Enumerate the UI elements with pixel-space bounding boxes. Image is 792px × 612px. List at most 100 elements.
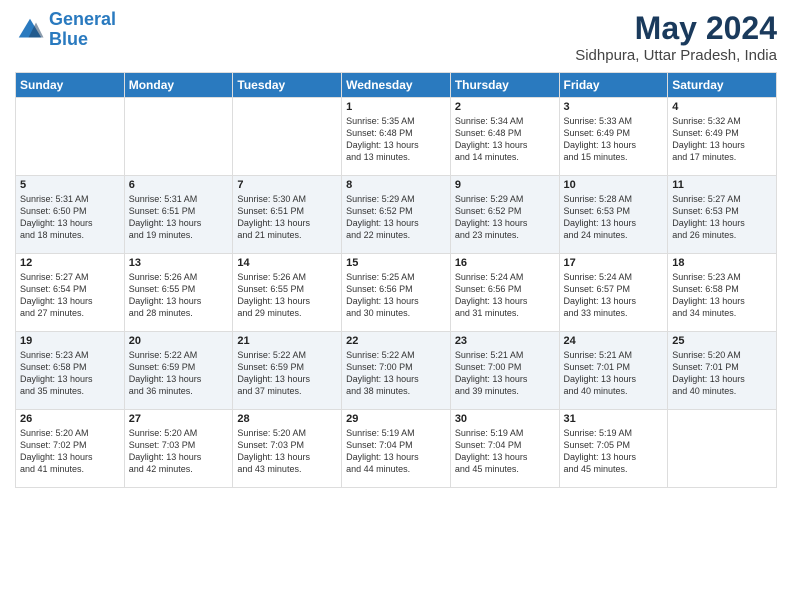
logo-icon: [15, 15, 45, 45]
cell-info: Sunrise: 5:24 AM Sunset: 6:56 PM Dayligh…: [455, 271, 555, 320]
day-number: 14: [237, 257, 337, 269]
cell-week1-day3: [233, 98, 342, 176]
cell-info: Sunrise: 5:27 AM Sunset: 6:53 PM Dayligh…: [672, 193, 772, 242]
cell-week3-day7: 18Sunrise: 5:23 AM Sunset: 6:58 PM Dayli…: [668, 254, 777, 332]
col-tuesday: Tuesday: [233, 73, 342, 98]
cell-week5-day3: 28 Sunrise: 5:20 AM Sunset: 7:03 PM Dayli…: [233, 410, 342, 488]
week-row-1: 1 Sunrise: 5:35 AM Sunset: 6:48 PM Daylig…: [16, 98, 777, 176]
cell-info: Sunrise: 5:28 AM Sunset: 6:53 PM Dayligh…: [564, 193, 664, 242]
cell-week2-day6: 10 Sunrise: 5:28 AM Sunset: 6:53 PM Dayli…: [559, 176, 668, 254]
cell-week4-day4: 22Sunrise: 5:22 AM Sunset: 7:00 PM Dayli…: [342, 332, 451, 410]
day-number: 9: [455, 179, 555, 191]
cell-week3-day6: 17Sunrise: 5:24 AM Sunset: 6:57 PM Dayli…: [559, 254, 668, 332]
day-number: 11: [672, 179, 772, 191]
cell-info: Sunrise: 5:25 AM Sunset: 6:56 PM Dayligh…: [346, 271, 446, 320]
cell-week2-day7: 11 Sunrise: 5:27 AM Sunset: 6:53 PM Dayli…: [668, 176, 777, 254]
day-number: 10: [564, 179, 664, 191]
col-sunday: Sunday: [16, 73, 125, 98]
cell-week2-day5: 9Sunrise: 5:29 AM Sunset: 6:52 PM Daylig…: [450, 176, 559, 254]
day-number: 2: [455, 101, 555, 113]
cell-week4-day7: 25 Sunrise: 5:20 AM Sunset: 7:01 PM Dayli…: [668, 332, 777, 410]
cell-info: Sunrise: 5:19 AM Sunset: 7:04 PM Dayligh…: [455, 427, 555, 476]
cell-info: Sunrise: 5:23 AM Sunset: 6:58 PM Dayligh…: [672, 271, 772, 320]
day-number: 20: [129, 335, 229, 347]
cell-info: Sunrise: 5:35 AM Sunset: 6:48 PM Dayligh…: [346, 115, 446, 164]
cell-week5-day7: [668, 410, 777, 488]
calendar-body: 1 Sunrise: 5:35 AM Sunset: 6:48 PM Daylig…: [16, 98, 777, 488]
cell-info: Sunrise: 5:27 AM Sunset: 6:54 PM Dayligh…: [20, 271, 120, 320]
col-thursday: Thursday: [450, 73, 559, 98]
cell-info: Sunrise: 5:20 AM Sunset: 7:03 PM Dayligh…: [237, 427, 337, 476]
cell-week1-day6: 3 Sunrise: 5:33 AM Sunset: 6:49 PM Daylig…: [559, 98, 668, 176]
day-number: 5: [20, 179, 120, 191]
day-number: 25: [672, 335, 772, 347]
cell-week1-day7: 4 Sunrise: 5:32 AM Sunset: 6:49 PM Daylig…: [668, 98, 777, 176]
week-row-3: 12 Sunrise: 5:27 AM Sunset: 6:54 PM Dayli…: [16, 254, 777, 332]
cell-info: Sunrise: 5:22 AM Sunset: 6:59 PM Dayligh…: [237, 349, 337, 398]
cell-week4-day3: 21 Sunrise: 5:22 AM Sunset: 6:59 PM Dayli…: [233, 332, 342, 410]
cell-week5-day4: 29 Sunrise: 5:19 AM Sunset: 7:04 PM Dayli…: [342, 410, 451, 488]
day-number: 17: [564, 257, 664, 269]
cell-info: Sunrise: 5:21 AM Sunset: 7:00 PM Dayligh…: [455, 349, 555, 398]
day-number: 13: [129, 257, 229, 269]
cell-info: Sunrise: 5:19 AM Sunset: 7:04 PM Dayligh…: [346, 427, 446, 476]
day-number: 4: [672, 101, 772, 113]
day-number: 31: [564, 413, 664, 425]
cell-info: Sunrise: 5:33 AM Sunset: 6:49 PM Dayligh…: [564, 115, 664, 164]
day-number: 3: [564, 101, 664, 113]
subtitle: Sidhpura, Uttar Pradesh, India: [575, 47, 777, 64]
week-row-5: 26Sunrise: 5:20 AM Sunset: 7:02 PM Dayli…: [16, 410, 777, 488]
day-number: 12: [20, 257, 120, 269]
page: General Blue May 2024 Sidhpura, Uttar Pr…: [0, 0, 792, 612]
cell-week5-day1: 26Sunrise: 5:20 AM Sunset: 7:02 PM Dayli…: [16, 410, 125, 488]
cell-week2-day2: 6 Sunrise: 5:31 AM Sunset: 6:51 PM Daylig…: [124, 176, 233, 254]
cell-week1-day4: 1 Sunrise: 5:35 AM Sunset: 6:48 PM Daylig…: [342, 98, 451, 176]
day-number: 21: [237, 335, 337, 347]
cell-info: Sunrise: 5:31 AM Sunset: 6:50 PM Dayligh…: [20, 193, 120, 242]
col-wednesday: Wednesday: [342, 73, 451, 98]
cell-info: Sunrise: 5:26 AM Sunset: 6:55 PM Dayligh…: [129, 271, 229, 320]
cell-info: Sunrise: 5:19 AM Sunset: 7:05 PM Dayligh…: [564, 427, 664, 476]
day-number: 1: [346, 101, 446, 113]
day-number: 29: [346, 413, 446, 425]
cell-info: Sunrise: 5:20 AM Sunset: 7:01 PM Dayligh…: [672, 349, 772, 398]
cell-info: Sunrise: 5:22 AM Sunset: 6:59 PM Dayligh…: [129, 349, 229, 398]
calendar-table: Sunday Monday Tuesday Wednesday Thursday…: [15, 72, 777, 488]
cell-info: Sunrise: 5:21 AM Sunset: 7:01 PM Dayligh…: [564, 349, 664, 398]
cell-week3-day1: 12 Sunrise: 5:27 AM Sunset: 6:54 PM Dayli…: [16, 254, 125, 332]
cell-week5-day5: 30Sunrise: 5:19 AM Sunset: 7:04 PM Dayli…: [450, 410, 559, 488]
cell-info: Sunrise: 5:20 AM Sunset: 7:03 PM Dayligh…: [129, 427, 229, 476]
table-header: Sunday Monday Tuesday Wednesday Thursday…: [16, 73, 777, 98]
cell-week3-day2: 13 Sunrise: 5:26 AM Sunset: 6:55 PM Dayli…: [124, 254, 233, 332]
cell-week1-day5: 2 Sunrise: 5:34 AM Sunset: 6:48 PM Daylig…: [450, 98, 559, 176]
col-friday: Friday: [559, 73, 668, 98]
day-number: 28: [237, 413, 337, 425]
cell-info: Sunrise: 5:26 AM Sunset: 6:55 PM Dayligh…: [237, 271, 337, 320]
day-number: 6: [129, 179, 229, 191]
cell-week3-day5: 16 Sunrise: 5:24 AM Sunset: 6:56 PM Dayli…: [450, 254, 559, 332]
logo: General Blue: [15, 10, 116, 50]
cell-week2-day4: 8Sunrise: 5:29 AM Sunset: 6:52 PM Daylig…: [342, 176, 451, 254]
logo-line2: Blue: [49, 29, 88, 49]
cell-week4-day1: 19Sunrise: 5:23 AM Sunset: 6:58 PM Dayli…: [16, 332, 125, 410]
header: General Blue May 2024 Sidhpura, Uttar Pr…: [15, 10, 777, 64]
main-title: May 2024: [575, 10, 777, 47]
day-number: 19: [20, 335, 120, 347]
day-number: 23: [455, 335, 555, 347]
cell-week3-day4: 15Sunrise: 5:25 AM Sunset: 6:56 PM Dayli…: [342, 254, 451, 332]
cell-week3-day3: 14 Sunrise: 5:26 AM Sunset: 6:55 PM Dayli…: [233, 254, 342, 332]
day-number: 8: [346, 179, 446, 191]
day-number: 24: [564, 335, 664, 347]
col-saturday: Saturday: [668, 73, 777, 98]
cell-week4-day5: 23 Sunrise: 5:21 AM Sunset: 7:00 PM Dayli…: [450, 332, 559, 410]
week-row-4: 19Sunrise: 5:23 AM Sunset: 6:58 PM Dayli…: [16, 332, 777, 410]
title-block: May 2024 Sidhpura, Uttar Pradesh, India: [575, 10, 777, 64]
cell-info: Sunrise: 5:34 AM Sunset: 6:48 PM Dayligh…: [455, 115, 555, 164]
logo-text: General Blue: [49, 10, 116, 50]
week-row-2: 5 Sunrise: 5:31 AM Sunset: 6:50 PM Daylig…: [16, 176, 777, 254]
cell-week1-day1: [16, 98, 125, 176]
cell-info: Sunrise: 5:31 AM Sunset: 6:51 PM Dayligh…: [129, 193, 229, 242]
cell-info: Sunrise: 5:22 AM Sunset: 7:00 PM Dayligh…: [346, 349, 446, 398]
cell-info: Sunrise: 5:32 AM Sunset: 6:49 PM Dayligh…: [672, 115, 772, 164]
day-number: 16: [455, 257, 555, 269]
